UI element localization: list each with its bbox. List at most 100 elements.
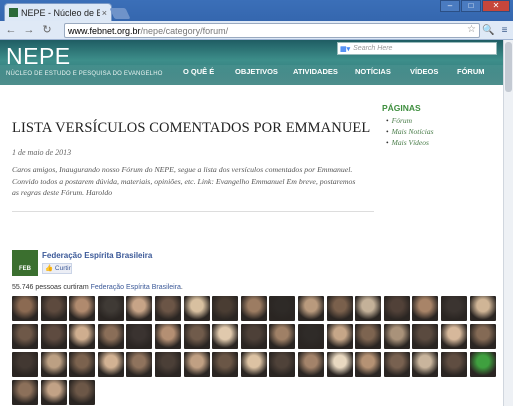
fb-fan-avatar[interactable] <box>183 324 210 349</box>
fb-fan-avatar[interactable] <box>212 296 239 321</box>
fb-fan-avatar[interactable] <box>183 352 210 377</box>
fb-fan-avatar[interactable] <box>355 324 382 349</box>
thumbs-up-icon: 👍 <box>45 265 54 272</box>
fb-fan-avatar[interactable] <box>269 352 296 377</box>
browser-tab[interactable]: NEPE - Núcleo de Estudo e P × <box>4 3 112 21</box>
search-placeholder: Search Here <box>353 45 393 52</box>
fb-fan-avatar[interactable] <box>326 296 353 321</box>
fb-fan-avatar[interactable] <box>69 380 96 405</box>
tab-close-icon[interactable]: × <box>102 8 107 18</box>
fb-fan-avatar[interactable] <box>240 324 267 349</box>
fb-fan-avatar[interactable] <box>383 352 410 377</box>
fb-fan-avatar[interactable] <box>40 324 67 349</box>
nav-item-o-que-e[interactable]: O QUÊ É <box>183 67 214 76</box>
fb-fan-avatar[interactable] <box>183 296 210 321</box>
site-header: NEPE NÚCLEO DE ESTUDO E PESQUISA DO EVAN… <box>0 40 503 85</box>
fb-fan-avatar[interactable] <box>412 296 439 321</box>
fb-fan-avatar[interactable] <box>240 352 267 377</box>
fb-fan-avatar[interactable] <box>126 324 153 349</box>
new-tab-button[interactable] <box>109 8 131 19</box>
fb-page-name[interactable]: Federação Espírita Brasileira <box>42 251 152 260</box>
fb-fan-avatar[interactable] <box>441 352 467 377</box>
fb-faces-grid <box>12 296 502 406</box>
fb-fan-avatar[interactable] <box>212 352 239 377</box>
site-search-input[interactable]: ▦▾ Search Here <box>337 42 497 55</box>
sidebar-item-forum[interactable]: Fórum <box>386 115 434 126</box>
fb-fan-avatar[interactable] <box>326 352 353 377</box>
fb-fan-avatar[interactable] <box>155 324 181 349</box>
close-window-button[interactable]: ✕ <box>482 0 510 12</box>
fb-fan-avatar[interactable] <box>97 296 124 321</box>
fb-fan-avatar[interactable] <box>40 352 67 377</box>
post-body: Caros amigos, Inaugurando nosso Fórum do… <box>12 165 356 197</box>
post-divider <box>12 211 374 212</box>
google-icon: ▦▾ <box>340 45 351 53</box>
post-date: 1 de maio de 2013 <box>12 148 72 157</box>
fb-like-label: Curtir <box>54 265 71 272</box>
fb-fan-avatar[interactable] <box>97 324 124 349</box>
forward-icon[interactable]: → <box>22 23 36 37</box>
menu-icon[interactable]: ≡ <box>498 24 511 37</box>
fb-fan-avatar[interactable] <box>69 296 96 321</box>
fb-fan-avatar[interactable] <box>40 296 67 321</box>
fb-fan-avatar[interactable] <box>155 296 181 321</box>
fb-fan-avatar[interactable] <box>12 296 38 321</box>
fb-count-suffix: . <box>180 284 183 291</box>
fb-fan-avatar[interactable] <box>441 296 467 321</box>
nav-item-noticias[interactable]: NOTÍCIAS <box>355 67 391 76</box>
search-icon[interactable]: 🔍 <box>482 24 495 37</box>
nav-item-atividades[interactable]: ATIVIDADES <box>293 67 338 76</box>
fb-fan-avatar[interactable] <box>69 324 96 349</box>
fb-fan-avatar[interactable] <box>126 296 153 321</box>
tab-bar: NEPE - Núcleo de Estudo e P × – □ ✕ <box>0 0 513 21</box>
sidebar-item-mais-videos[interactable]: Mais Vídeos <box>386 137 434 148</box>
fb-fan-avatar[interactable] <box>383 296 410 321</box>
toolbar-actions: 🔍 ≡ <box>479 24 511 37</box>
fb-fan-avatar[interactable] <box>240 296 267 321</box>
fb-fan-avatar[interactable] <box>441 324 467 349</box>
nav-item-objetivos[interactable]: OBJETIVOS <box>235 67 278 76</box>
fb-fan-avatar[interactable] <box>469 324 496 349</box>
fb-fan-avatar[interactable] <box>469 352 496 377</box>
fb-like-button[interactable]: 👍 Curtir <box>42 263 72 274</box>
fb-fan-avatar[interactable] <box>412 352 439 377</box>
fb-fan-avatar[interactable] <box>212 324 239 349</box>
fb-fan-avatar[interactable] <box>469 296 496 321</box>
nav-item-forum[interactable]: FÓRUM <box>457 67 485 76</box>
fb-fan-avatar[interactable] <box>69 352 96 377</box>
fb-fan-avatar[interactable] <box>155 352 181 377</box>
fb-fan-avatar[interactable] <box>298 324 324 349</box>
page-scrollbar[interactable] <box>503 40 513 406</box>
favicon-icon <box>9 8 18 17</box>
fb-fan-avatar[interactable] <box>12 324 38 349</box>
scrollbar-thumb[interactable] <box>505 42 512 92</box>
fb-fan-avatar[interactable] <box>97 352 124 377</box>
bookmark-star-icon[interactable]: ☆ <box>467 24 476 35</box>
minimize-button[interactable]: – <box>440 0 460 12</box>
url-domain: www.febnet.org.br <box>68 25 141 36</box>
post-title[interactable]: LISTA VERSÍCULOS COMENTADOS POR EMMANUEL <box>12 120 370 137</box>
url-path: /nepe/category/forum/ <box>140 25 229 36</box>
fb-fan-avatar[interactable] <box>298 352 324 377</box>
fb-fan-avatar[interactable] <box>40 380 67 405</box>
fb-fan-avatar[interactable] <box>298 296 324 321</box>
fb-fan-avatar[interactable] <box>355 296 382 321</box>
nav-item-videos[interactable]: VÍDEOS <box>410 67 438 76</box>
back-icon[interactable]: ← <box>4 23 18 37</box>
fb-fan-avatar[interactable] <box>12 380 38 405</box>
fb-count-link[interactable]: Federação Espírita Brasileira <box>91 284 181 291</box>
site-logo[interactable]: NEPE <box>6 43 71 70</box>
fb-fan-avatar[interactable] <box>126 352 153 377</box>
fb-fan-avatar[interactable] <box>383 324 410 349</box>
maximize-button[interactable]: □ <box>461 0 481 12</box>
fb-fan-avatar[interactable] <box>269 324 296 349</box>
fb-fan-avatar[interactable] <box>412 324 439 349</box>
address-bar[interactable]: www.febnet.org.br/nepe/category/forum/ ☆ <box>64 23 480 38</box>
fb-fan-avatar[interactable] <box>355 352 382 377</box>
fb-fan-avatar[interactable] <box>269 296 296 321</box>
fb-fan-avatar[interactable] <box>326 324 353 349</box>
fb-fan-avatar[interactable] <box>12 352 38 377</box>
sidebar-item-mais-noticias[interactable]: Mais Notícias <box>386 126 434 137</box>
reload-icon[interactable]: ↻ <box>40 23 54 37</box>
feb-logo[interactable]: FEB <box>12 250 38 276</box>
